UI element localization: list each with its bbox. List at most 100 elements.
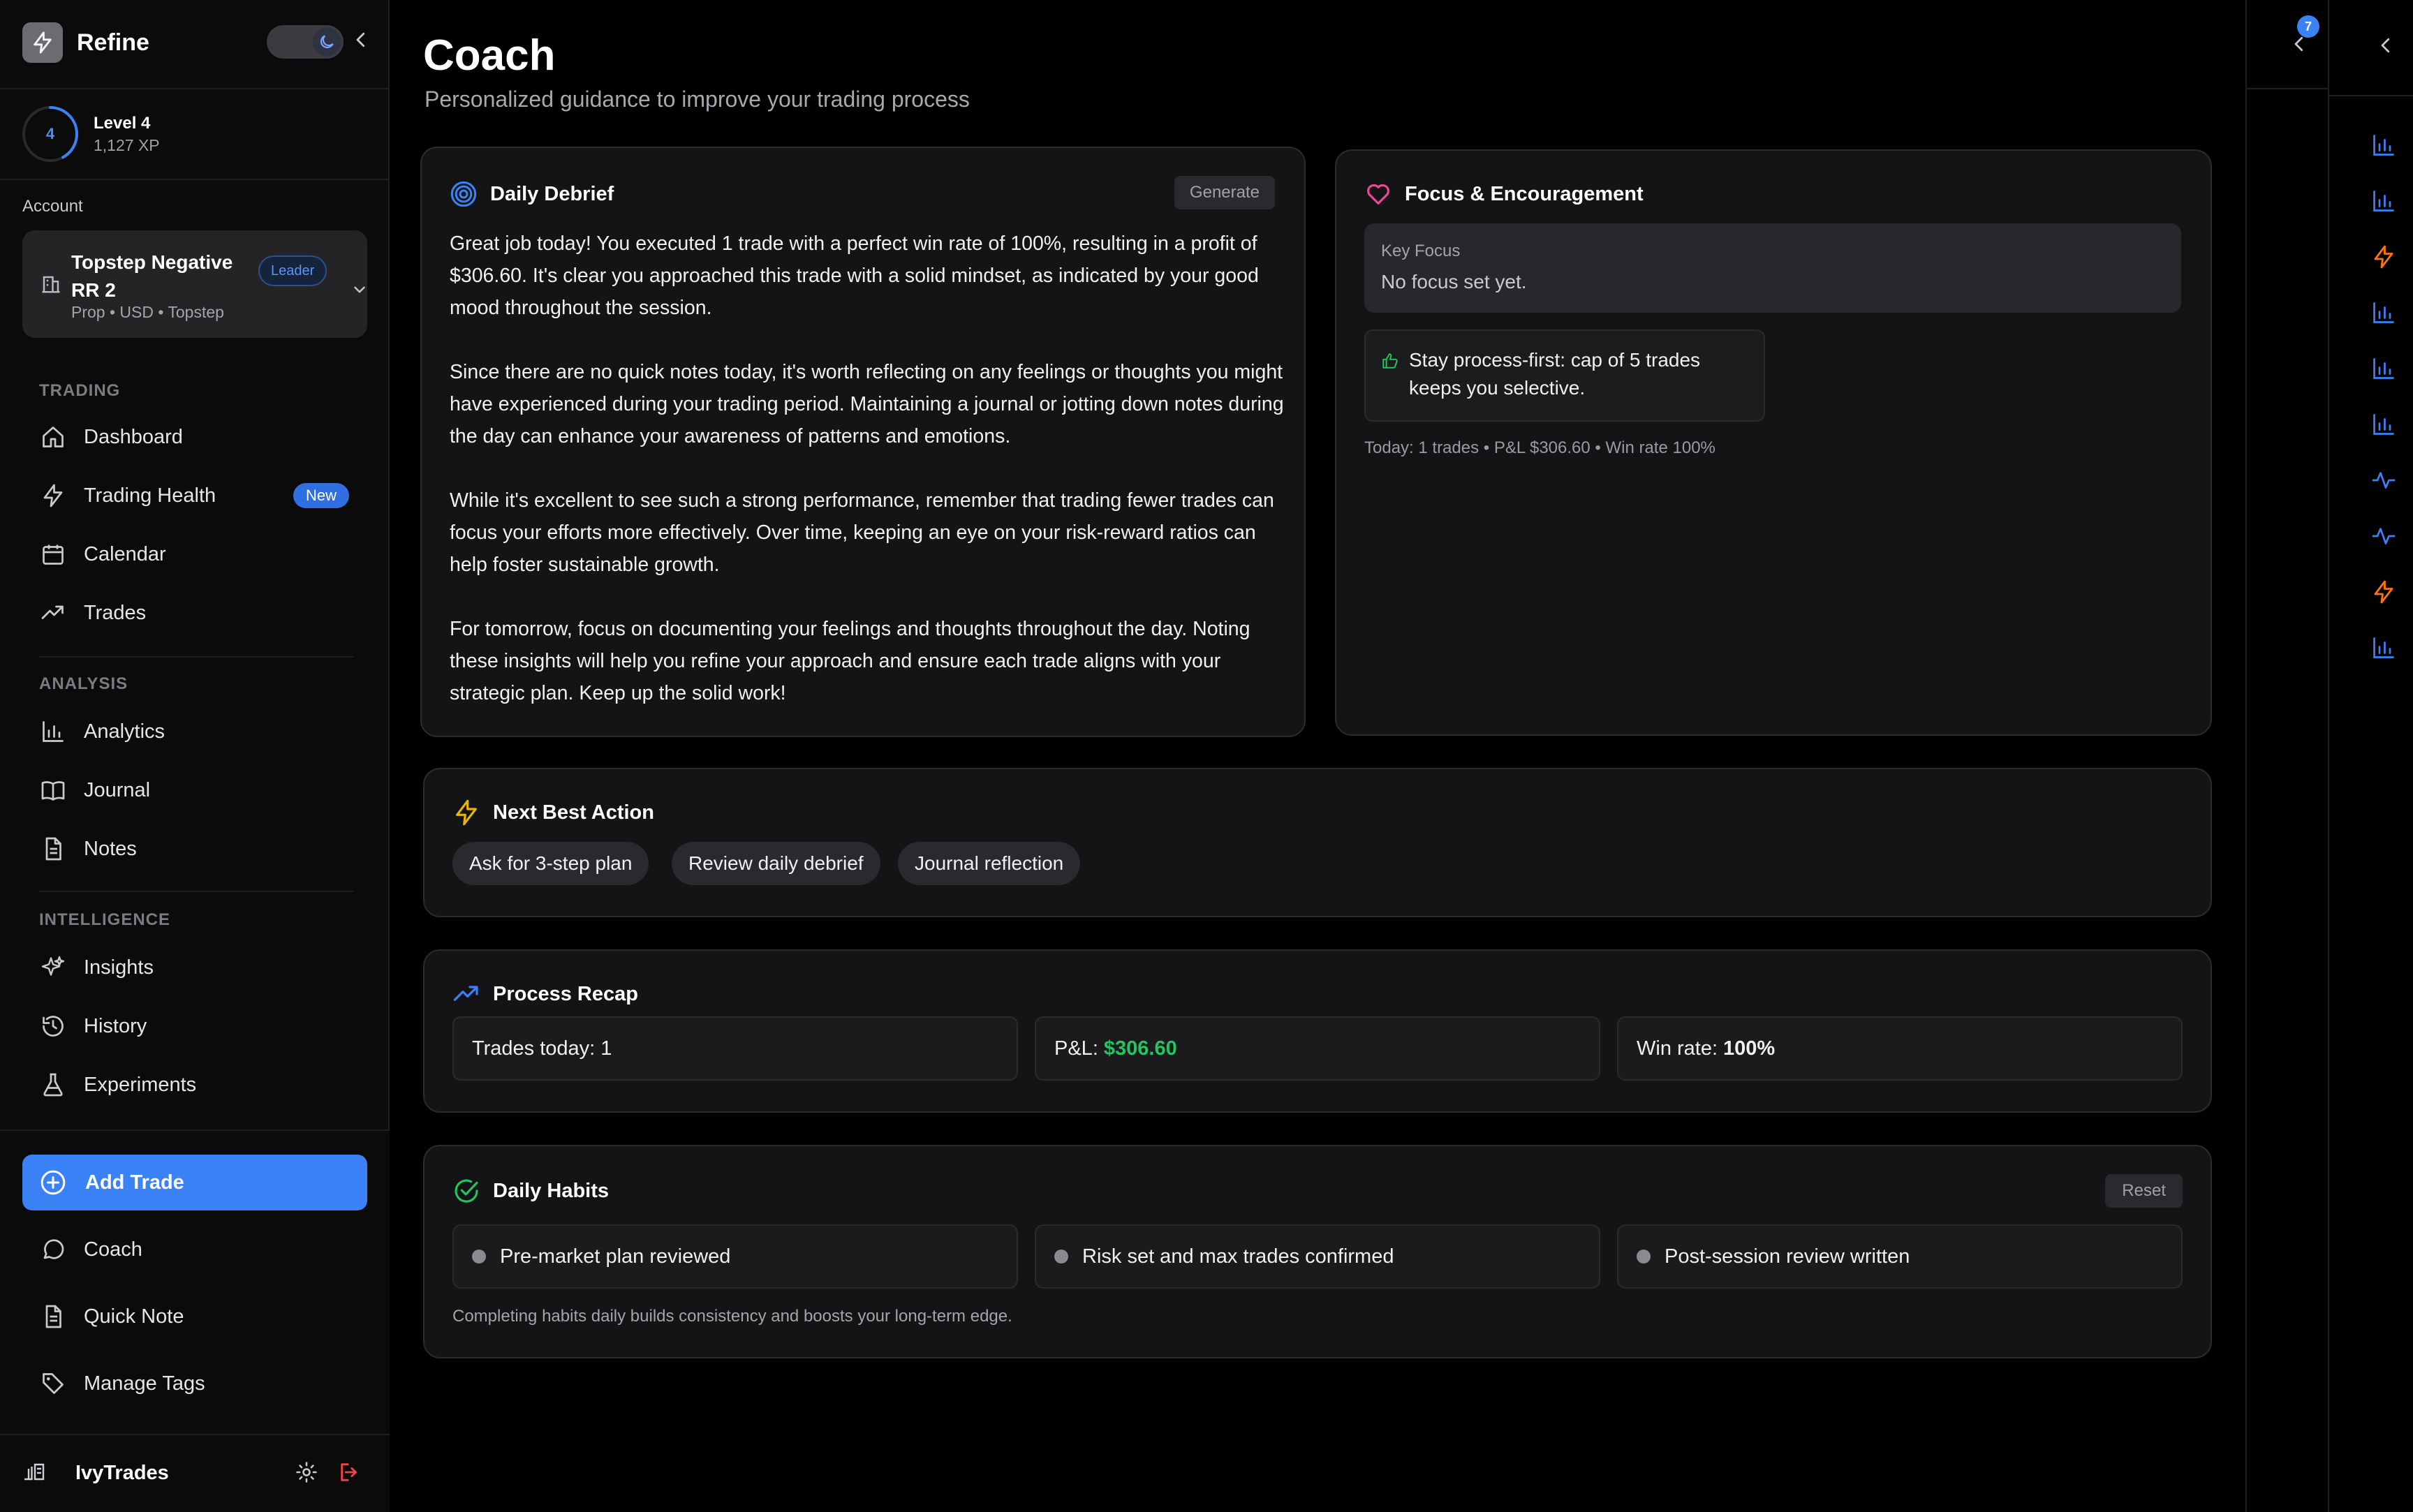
- sidebar-item-trades[interactable]: Trades: [39, 592, 353, 634]
- habit-item[interactable]: Pre-market plan reviewed: [452, 1224, 1018, 1289]
- trending-up-icon: [452, 980, 480, 1008]
- widgets-rail: [2328, 0, 2413, 1512]
- account-name: Topstep Negative RR 2: [71, 251, 233, 301]
- divider: [39, 891, 353, 892]
- gear-icon[interactable]: [295, 1460, 318, 1484]
- bolt-icon: [39, 482, 67, 510]
- generate-button[interactable]: Generate: [1174, 176, 1275, 209]
- sidebar: Refine 4 Level 4 1,127 XP Account Topste…: [0, 0, 390, 1512]
- check-circle-icon: [452, 1177, 480, 1205]
- action-journal-reflection-button[interactable]: Journal reflection: [898, 842, 1081, 885]
- action-review-debrief-button[interactable]: Review daily debrief: [672, 842, 880, 885]
- user-profile[interactable]: IvyTrades: [22, 1452, 367, 1494]
- add-trade-label: Add Trade: [85, 1171, 184, 1194]
- next-action-title: Next Best Action: [493, 801, 654, 824]
- debrief-paragraph: Since there are no quick notes today, it…: [450, 361, 1284, 447]
- notifications-rail: 7: [2245, 0, 2329, 1512]
- account-selector[interactable]: Topstep Negative RR 2 Prop • USD • Topst…: [22, 230, 367, 338]
- divider: [0, 88, 390, 89]
- collapse-sidebar-chevron-icon[interactable]: [350, 29, 371, 50]
- theme-toggle[interactable]: [267, 25, 344, 59]
- win-rate-stat: Win rate: 100%: [1617, 1016, 2183, 1081]
- home-icon: [39, 423, 67, 451]
- pnl-stat: P&L: $306.60: [1035, 1016, 1600, 1081]
- reset-button[interactable]: Reset: [2105, 1174, 2183, 1208]
- habit-item[interactable]: Risk set and max trades confirmed: [1035, 1224, 1600, 1289]
- sidebar-item-calendar[interactable]: Calendar: [39, 533, 353, 575]
- sidebar-item-label: Insights: [84, 956, 154, 979]
- debrief-body: Great job today! You executed 1 trade wi…: [450, 228, 1287, 741]
- process-recap-card: Process Recap Trades today: 1 P&L: $306.…: [423, 949, 2212, 1113]
- sidebar-item-label: History: [84, 1014, 147, 1037]
- history-icon: [39, 1012, 67, 1040]
- account-label: Account: [22, 197, 83, 216]
- sidebar-footer: Add Trade Coach Quick Note Manage Tags I…: [0, 1129, 390, 1512]
- bolt-icon: [452, 799, 480, 827]
- pulse-icon[interactable]: [2371, 468, 2396, 493]
- document-icon: [39, 835, 67, 863]
- divider: [0, 179, 390, 180]
- process-recap-title: Process Recap: [493, 982, 638, 1005]
- level-progress-ring: 4: [21, 105, 80, 163]
- app-name: Refine: [77, 29, 149, 56]
- leader-badge: Leader: [258, 255, 327, 286]
- sidebar-item-analytics[interactable]: Analytics: [39, 711, 353, 753]
- bar-chart-icon[interactable]: [2371, 188, 2396, 214]
- level-title: Level 4: [94, 113, 151, 133]
- add-trade-button[interactable]: Add Trade: [22, 1155, 367, 1210]
- sidebar-item-label: Calendar: [84, 542, 166, 565]
- sidebar-item-manage-tags[interactable]: Manage Tags: [39, 1363, 353, 1404]
- page-subtitle: Personalized guidance to improve your tr…: [425, 87, 970, 112]
- sidebar-item-notes[interactable]: Notes: [39, 828, 353, 870]
- level-number: 4: [45, 125, 55, 142]
- bar-chart-icon[interactable]: [2371, 635, 2396, 660]
- page-title: Coach: [423, 31, 556, 80]
- section-label-analysis: ANALYSIS: [39, 674, 128, 693]
- encouragement-text: Stay process-first: cap of 5 trades keep…: [1409, 349, 1701, 399]
- level-xp: 1,127 XP: [94, 135, 160, 154]
- sidebar-item-label: Trading Health: [84, 484, 216, 507]
- action-ask-plan-button[interactable]: Ask for 3-step plan: [452, 842, 649, 885]
- expand-widgets-chevron-icon[interactable]: [2375, 35, 2396, 56]
- pulse-icon[interactable]: [2371, 524, 2396, 549]
- today-stats: Today: 1 trades • P&L $306.60 • Win rate…: [1364, 438, 1715, 457]
- bar-chart-icon[interactable]: [2371, 412, 2396, 437]
- tag-icon: [39, 1370, 67, 1398]
- trending-up-icon: [39, 599, 67, 627]
- bolt-icon[interactable]: [2371, 579, 2396, 605]
- bar-chart-icon[interactable]: [2371, 133, 2396, 158]
- key-focus-label: Key Focus: [1381, 242, 1461, 260]
- focus-encouragement-card: Focus & Encouragement Key Focus No focus…: [1335, 149, 2212, 736]
- level-indicator[interactable]: 4 Level 4 1,127 XP: [21, 105, 160, 163]
- sidebar-item-journal[interactable]: Journal: [39, 769, 353, 811]
- daily-debrief-card: Daily Debrief Generate Great job today! …: [420, 147, 1306, 737]
- sidebar-item-quick-note[interactable]: Quick Note: [39, 1296, 353, 1337]
- key-focus-box[interactable]: Key Focus No focus set yet.: [1364, 223, 2181, 313]
- debrief-paragraph: Great job today! You executed 1 trade wi…: [450, 232, 1259, 319]
- card-title: Daily Habits: [452, 1177, 609, 1205]
- user-name: IvyTrades: [75, 1461, 169, 1484]
- sidebar-item-insights[interactable]: Insights: [39, 947, 353, 988]
- card-title: Process Recap: [452, 980, 638, 1008]
- habit-label: Risk set and max trades confirmed: [1082, 1245, 1394, 1268]
- bar-chart-icon[interactable]: [2371, 356, 2396, 381]
- sidebar-item-dashboard[interactable]: Dashboard: [39, 416, 353, 458]
- key-focus-value: No focus set yet.: [1381, 271, 1527, 292]
- logout-icon[interactable]: [338, 1460, 362, 1484]
- bar-chart-icon[interactable]: [2371, 300, 2396, 325]
- sidebar-item-coach[interactable]: Coach: [39, 1229, 353, 1270]
- next-best-action-card: Next Best Action Ask for 3-step plan Rev…: [423, 768, 2212, 917]
- sidebar-item-label: Notes: [84, 837, 137, 860]
- habit-status-dot: [1637, 1250, 1651, 1263]
- sidebar-item-experiments[interactable]: Experiments: [39, 1064, 353, 1106]
- daily-habits-card: Daily Habits Reset Pre-market plan revie…: [423, 1145, 2212, 1358]
- sidebar-item-label: Dashboard: [84, 425, 183, 448]
- bolt-icon[interactable]: [2371, 244, 2396, 269]
- sidebar-item-label: Journal: [84, 778, 151, 801]
- sidebar-item-label: Quick Note: [84, 1305, 184, 1328]
- sidebar-item-history[interactable]: History: [39, 1005, 353, 1047]
- sidebar-item-trading-health[interactable]: Trading Health New: [39, 475, 353, 517]
- habit-item[interactable]: Post-session review written: [1617, 1224, 2183, 1289]
- stat-label: Win rate:: [1637, 1037, 1718, 1060]
- calendar-icon: [39, 540, 67, 568]
